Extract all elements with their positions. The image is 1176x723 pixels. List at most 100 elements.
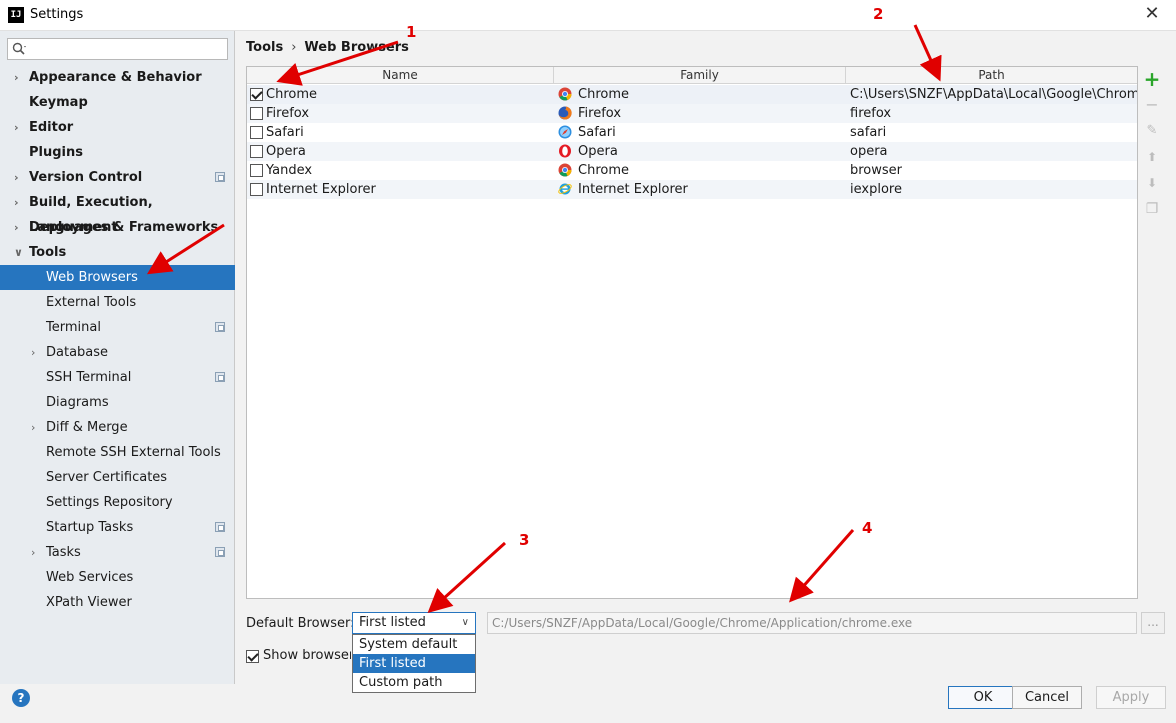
remove-icon[interactable]: − xyxy=(1143,96,1161,114)
move-up-icon[interactable]: ⬆ xyxy=(1143,148,1161,166)
sidebar-item[interactable]: Server Certificates xyxy=(0,465,235,490)
sidebar-item[interactable]: Keymap xyxy=(0,90,235,115)
option-system-default[interactable]: System default xyxy=(353,635,475,654)
table-row[interactable]: Internet Explorer Internet Explorer iexplo… xyxy=(247,180,1137,199)
chrome-icon xyxy=(558,87,572,101)
browser-enabled-checkbox[interactable] xyxy=(250,164,263,177)
table-row[interactable]: Opera Opera opera xyxy=(247,142,1137,161)
breadcrumb-parent: Tools xyxy=(246,40,284,55)
sidebar-item[interactable]: Settings Repository xyxy=(0,490,235,515)
table-row[interactable]: Chrome Chrome C:\Users\SNZF\AppData\Local\… xyxy=(247,85,1137,104)
sidebar-item[interactable]: › Editor xyxy=(0,115,235,140)
breadcrumb-current: Web Browsers xyxy=(304,40,409,55)
sidebar-item[interactable]: SSH Terminal xyxy=(0,365,235,390)
close-button[interactable]: ✕ xyxy=(1142,4,1162,24)
sidebar-item[interactable]: › Diff & Merge xyxy=(0,415,235,440)
edit-icon[interactable]: ✎ xyxy=(1143,122,1161,140)
browser-enabled-checkbox[interactable] xyxy=(250,107,263,120)
name-cell: Safari xyxy=(247,123,554,142)
table-row[interactable]: Firefox Firefox firefox xyxy=(247,104,1137,123)
family-cell[interactable]: Chrome xyxy=(558,85,846,104)
family-cell[interactable]: Internet Explorer xyxy=(558,180,846,199)
help-icon[interactable]: ? xyxy=(12,689,30,707)
browser-path[interactable]: opera xyxy=(850,142,1137,161)
sidebar-item-label: Web Services xyxy=(46,570,134,585)
sidebar-item-label: Languages & Frameworks xyxy=(29,220,219,235)
sidebar-item[interactable]: Plugins xyxy=(0,140,235,165)
sidebar-item-label: Web Browsers xyxy=(46,270,138,285)
sidebar-item[interactable]: XPath Viewer xyxy=(0,590,235,615)
apply-button[interactable]: Apply xyxy=(1096,686,1166,709)
browser-name: Yandex xyxy=(266,163,313,178)
browser-path[interactable]: firefox xyxy=(850,104,1137,123)
chevron-right-icon[interactable]: › xyxy=(14,115,24,140)
sidebar-item-label: Diagrams xyxy=(46,395,109,410)
chevron-right-icon[interactable]: › xyxy=(14,65,24,90)
chevron-right-icon[interactable]: › xyxy=(31,415,41,440)
sidebar-item[interactable]: ∨ Tools xyxy=(0,240,235,265)
browser-path-field[interactable]: C:/Users/SNZF/AppData/Local/Google/Chrom… xyxy=(487,612,1137,634)
copy-icon[interactable]: ❐ xyxy=(1143,200,1161,218)
show-browser-popup-label: Show browser popup in the editor xyxy=(263,648,351,663)
browser-path[interactable]: browser xyxy=(850,161,1137,180)
sidebar-item[interactable]: Terminal xyxy=(0,315,235,340)
project-settings-icon xyxy=(215,372,225,382)
dialog-footer: ? OK Cancel Apply xyxy=(0,684,1176,723)
move-down-icon[interactable]: ⬇ xyxy=(1143,174,1161,192)
sidebar-item-label: External Tools xyxy=(46,295,137,310)
browser-path[interactable]: C:\Users\SNZF\AppData\Local\Google\Chrom… xyxy=(850,85,1137,104)
sidebar-item[interactable]: › Database xyxy=(0,340,235,365)
sidebar-item[interactable]: Startup Tasks xyxy=(0,515,235,540)
show-browser-popup-checkbox[interactable] xyxy=(246,650,259,663)
browser-name: Chrome xyxy=(266,87,317,102)
sidebar-item-label: Terminal xyxy=(46,320,101,335)
name-cell: Yandex xyxy=(247,161,554,180)
browser-enabled-checkbox[interactable] xyxy=(250,88,263,101)
sidebar-item[interactable]: › Version Control xyxy=(0,165,235,190)
column-header-path[interactable]: Path xyxy=(846,67,1137,84)
chevron-right-icon[interactable]: › xyxy=(31,540,41,565)
sidebar-item[interactable]: Web Browsers xyxy=(0,265,235,290)
sidebar-item[interactable]: › Appearance & Behavior xyxy=(0,65,235,90)
browser-enabled-checkbox[interactable] xyxy=(250,145,263,158)
column-header-name[interactable]: Name xyxy=(247,67,554,84)
family-cell[interactable]: Opera xyxy=(558,142,846,161)
option-first-listed[interactable]: First listed xyxy=(353,654,475,673)
sidebar-item[interactable]: › Tasks xyxy=(0,540,235,565)
cancel-button[interactable]: Cancel xyxy=(1012,686,1082,709)
ok-button[interactable]: OK xyxy=(948,686,1018,709)
column-header-family[interactable]: Family xyxy=(554,67,846,84)
sidebar-item[interactable]: External Tools xyxy=(0,290,235,315)
option-custom-path[interactable]: Custom path xyxy=(353,673,475,692)
family-cell[interactable]: Chrome xyxy=(558,161,846,180)
chevron-right-icon[interactable]: › xyxy=(14,165,24,190)
sidebar-item[interactable]: Web Services xyxy=(0,565,235,590)
annotation-label-3: 3 xyxy=(519,531,530,549)
chevron-right-icon[interactable]: › xyxy=(14,215,24,240)
default-browser-select[interactable]: First listed ∨ xyxy=(352,612,476,634)
chevron-down-icon[interactable]: ∨ xyxy=(14,240,24,265)
chevron-right-icon[interactable]: › xyxy=(31,340,41,365)
sidebar-item[interactable]: Diagrams xyxy=(0,390,235,415)
browser-enabled-checkbox[interactable] xyxy=(250,126,263,139)
family-cell[interactable]: Firefox xyxy=(558,104,846,123)
sidebar-item[interactable]: › Build, Execution, Deployment xyxy=(0,190,235,235)
browser-family: Internet Explorer xyxy=(578,182,688,197)
sidebar-item[interactable]: Remote SSH External Tools xyxy=(0,440,235,465)
table-toolbar: + − ✎ ⬆ ⬇ ❐ xyxy=(1139,66,1165,599)
browser-path[interactable]: safari xyxy=(850,123,1137,142)
add-icon[interactable]: + xyxy=(1143,69,1161,89)
sidebar-item[interactable]: › Languages & Frameworks xyxy=(0,215,235,240)
sidebar-item-label: Startup Tasks xyxy=(46,520,134,535)
browser-path[interactable]: iexplore xyxy=(850,180,1137,199)
browse-button[interactable]: ... xyxy=(1141,612,1165,634)
sidebar-item-label: Diff & Merge xyxy=(46,420,128,435)
table-row[interactable]: Yandex Chrome browser xyxy=(247,161,1137,180)
chevron-right-icon[interactable]: › xyxy=(14,190,24,215)
family-cell[interactable]: Safari xyxy=(558,123,846,142)
search-input[interactable] xyxy=(7,38,228,60)
browser-family: Chrome xyxy=(578,87,629,102)
browser-enabled-checkbox[interactable] xyxy=(250,183,263,196)
browser-name: Internet Explorer xyxy=(266,182,376,197)
table-row[interactable]: Safari Safari safari xyxy=(247,123,1137,142)
